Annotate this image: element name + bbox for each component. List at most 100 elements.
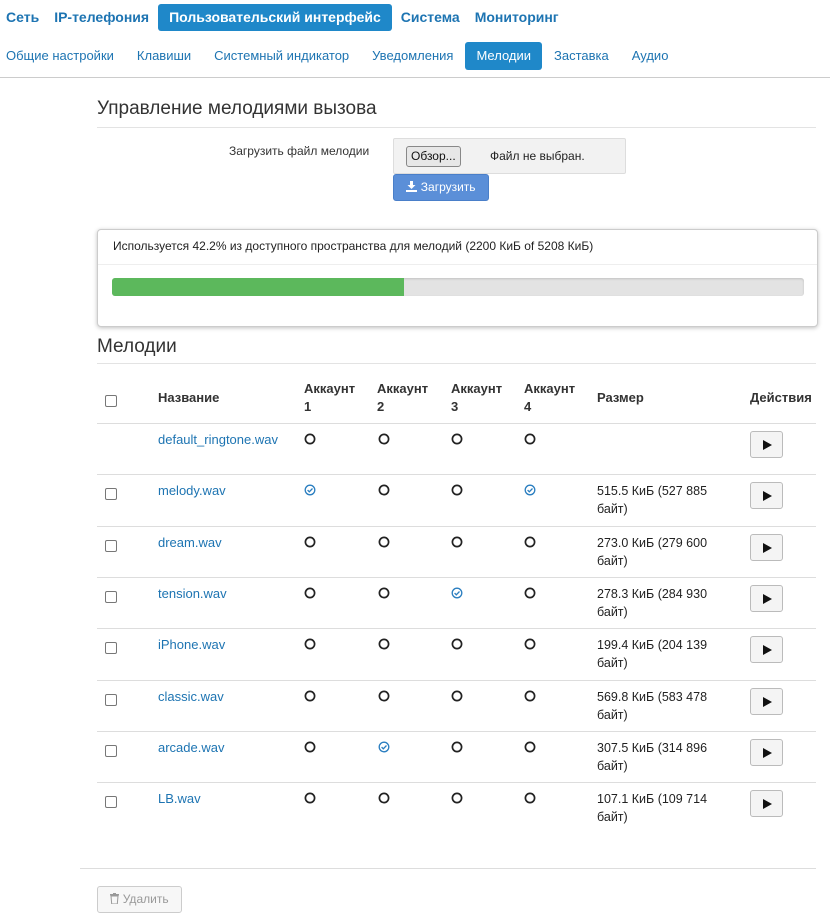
nav-monitoring[interactable]: Мониторинг xyxy=(469,4,565,31)
nav-user-interface[interactable]: Пользовательский интерфейс xyxy=(158,4,392,31)
melody-size: 273.0 КиБ (279 600 байт) xyxy=(597,536,708,568)
trash-icon xyxy=(110,893,120,905)
radio-unchecked-icon[interactable] xyxy=(451,536,463,548)
radio-unchecked-icon[interactable] xyxy=(378,587,390,599)
select-all-checkbox[interactable] xyxy=(105,395,117,407)
tab-notifications[interactable]: Уведомления xyxy=(366,42,459,70)
play-icon xyxy=(763,799,772,809)
melody-name-link[interactable]: melody.wav xyxy=(158,483,226,498)
radio-unchecked-icon[interactable] xyxy=(524,638,536,650)
tab-melodies[interactable]: Мелодии xyxy=(465,42,543,70)
radio-unchecked-icon[interactable] xyxy=(524,690,536,702)
tab-screensaver[interactable]: Заставка xyxy=(548,42,615,70)
play-button[interactable] xyxy=(750,688,783,715)
secondary-nav: Общие настройки Клавиши Системный индика… xyxy=(0,42,685,70)
tab-system-indicator[interactable]: Системный индикатор xyxy=(208,42,355,70)
column-account-4: Аккаунт 4 xyxy=(524,381,576,414)
row-checkbox[interactable] xyxy=(105,591,117,603)
tab-keys[interactable]: Клавиши xyxy=(131,42,197,70)
radio-unchecked-icon[interactable] xyxy=(524,792,536,804)
upload-button[interactable]: Загрузить xyxy=(393,174,489,201)
play-icon xyxy=(763,645,772,655)
play-button[interactable] xyxy=(750,482,783,509)
usage-text: Используется 42.2% из доступного простра… xyxy=(113,239,594,253)
radio-unchecked-icon[interactable] xyxy=(378,484,390,496)
radio-unchecked-icon[interactable] xyxy=(378,690,390,702)
radio-unchecked-icon[interactable] xyxy=(451,433,463,445)
melody-size: 515.5 КиБ (527 885 байт) xyxy=(597,484,708,516)
delete-button-label: Удалить xyxy=(122,892,169,906)
row-checkbox[interactable] xyxy=(105,796,117,808)
play-button[interactable] xyxy=(750,790,783,817)
radio-checked-icon[interactable] xyxy=(451,587,463,599)
play-button[interactable] xyxy=(750,739,783,766)
play-button[interactable] xyxy=(750,534,783,561)
browse-button[interactable]: Обзор... xyxy=(406,146,461,167)
radio-unchecked-icon[interactable] xyxy=(451,638,463,650)
column-name: Название xyxy=(158,390,220,405)
radio-unchecked-icon[interactable] xyxy=(451,792,463,804)
nav-divider xyxy=(0,77,830,78)
footer-divider xyxy=(80,868,816,869)
melody-name-link[interactable]: arcade.wav xyxy=(158,740,224,755)
play-button[interactable] xyxy=(750,431,783,458)
melody-name-link[interactable]: classic.wav xyxy=(158,689,224,704)
row-checkbox[interactable] xyxy=(105,540,117,552)
melody-name-link[interactable]: dream.wav xyxy=(158,535,222,550)
melody-name-link[interactable]: LB.wav xyxy=(158,791,201,806)
radio-checked-icon[interactable] xyxy=(378,741,390,753)
radio-unchecked-icon[interactable] xyxy=(304,638,316,650)
row-checkbox[interactable] xyxy=(105,694,117,706)
column-actions: Действия xyxy=(750,390,812,405)
column-account-3: Аккаунт 3 xyxy=(451,381,503,414)
usage-panel: Используется 42.2% из доступного простра… xyxy=(97,229,818,327)
row-checkbox[interactable] xyxy=(105,745,117,757)
melody-size: 199.4 КиБ (204 139 байт) xyxy=(597,638,708,670)
tab-audio[interactable]: Аудио xyxy=(626,42,675,70)
radio-unchecked-icon[interactable] xyxy=(451,690,463,702)
radio-unchecked-icon[interactable] xyxy=(378,792,390,804)
radio-checked-icon[interactable] xyxy=(524,484,536,496)
radio-unchecked-icon[interactable] xyxy=(524,741,536,753)
delete-button[interactable]: Удалить xyxy=(97,886,182,913)
radio-unchecked-icon[interactable] xyxy=(304,587,316,599)
radio-checked-icon[interactable] xyxy=(304,484,316,496)
row-divider xyxy=(97,680,816,681)
play-icon xyxy=(763,594,772,604)
nav-system[interactable]: Система xyxy=(395,4,466,31)
play-button[interactable] xyxy=(750,636,783,663)
management-title: Управление мелодиями вызова xyxy=(97,98,377,119)
row-checkbox[interactable] xyxy=(105,488,117,500)
usage-progress-fill xyxy=(112,278,405,296)
melody-name-link[interactable]: iPhone.wav xyxy=(158,637,225,652)
radio-unchecked-icon[interactable] xyxy=(304,741,316,753)
radio-unchecked-icon[interactable] xyxy=(304,433,316,445)
melody-name-link[interactable]: default_ringtone.wav xyxy=(158,432,278,447)
column-account-1: Аккаунт 1 xyxy=(304,381,356,414)
play-button[interactable] xyxy=(750,585,783,612)
radio-unchecked-icon[interactable] xyxy=(378,638,390,650)
play-icon xyxy=(763,491,772,501)
radio-unchecked-icon[interactable] xyxy=(451,484,463,496)
row-divider xyxy=(97,423,816,424)
section-divider xyxy=(97,363,816,364)
radio-unchecked-icon[interactable] xyxy=(378,433,390,445)
radio-unchecked-icon[interactable] xyxy=(304,792,316,804)
radio-unchecked-icon[interactable] xyxy=(304,536,316,548)
melody-size: 569.8 КиБ (583 478 байт) xyxy=(597,690,708,722)
radio-unchecked-icon[interactable] xyxy=(524,536,536,548)
nav-ip-telephony[interactable]: IP-телефония xyxy=(48,4,155,31)
radio-unchecked-icon[interactable] xyxy=(378,536,390,548)
radio-unchecked-icon[interactable] xyxy=(524,433,536,445)
row-divider xyxy=(97,782,816,783)
radio-unchecked-icon[interactable] xyxy=(451,741,463,753)
radio-unchecked-icon[interactable] xyxy=(524,587,536,599)
column-size: Размер xyxy=(597,390,644,405)
melody-name-link[interactable]: tension.wav xyxy=(158,586,227,601)
row-checkbox[interactable] xyxy=(105,642,117,654)
file-input[interactable]: Обзор... Файл не выбран. xyxy=(393,138,626,174)
tab-general-settings[interactable]: Общие настройки xyxy=(0,42,120,70)
row-divider xyxy=(97,577,816,578)
nav-network[interactable]: Сеть xyxy=(0,4,45,31)
radio-unchecked-icon[interactable] xyxy=(304,690,316,702)
